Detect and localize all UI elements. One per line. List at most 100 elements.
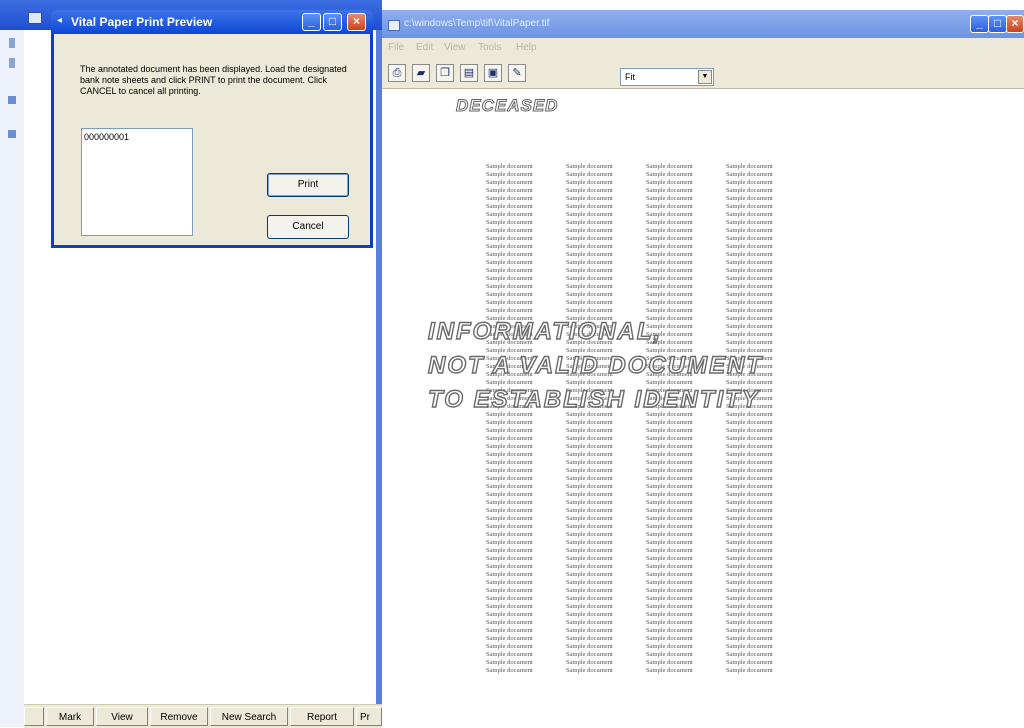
- sample-text: Sample document: [486, 595, 533, 602]
- watermark-line: NOT A VALID DOCUMENT: [427, 351, 764, 379]
- sample-text: Sample document: [566, 595, 613, 602]
- sample-text: Sample document: [486, 259, 533, 266]
- viewer-minimize-button[interactable]: _: [970, 15, 989, 33]
- copy-icon[interactable]: ❐: [436, 64, 454, 82]
- sample-text: Sample document: [726, 275, 773, 282]
- sample-text: Sample document: [566, 251, 613, 258]
- menu-tools[interactable]: Tools: [478, 42, 501, 53]
- sample-text: Sample document: [486, 651, 533, 658]
- list-item[interactable]: 000000001: [84, 132, 129, 142]
- chevron-down-icon[interactable]: ▼: [698, 70, 712, 84]
- sample-row: Sample document Sample document Sample doc…: [486, 571, 806, 579]
- sample-text: Sample document: [486, 443, 533, 450]
- sample-text: Sample document: [566, 475, 613, 482]
- menu-help[interactable]: Help: [516, 42, 537, 53]
- dialog-maximize-button[interactable]: □: [323, 13, 342, 31]
- sample-text: Sample document: [726, 267, 773, 274]
- sample-text: Sample document: [566, 491, 613, 498]
- viewer-close-button[interactable]: ×: [1006, 15, 1024, 33]
- sample-text: Sample document: [566, 611, 613, 618]
- report-button[interactable]: Report: [290, 707, 354, 726]
- sample-text: Sample document: [726, 307, 773, 314]
- sample-text: Sample document: [726, 603, 773, 610]
- sample-text: Sample document: [646, 507, 693, 514]
- sample-row: Sample document Sample document Sample doc…: [486, 179, 806, 187]
- dialog-close-button[interactable]: ×: [347, 13, 366, 31]
- sample-row: Sample document Sample document Sample doc…: [486, 219, 806, 227]
- sample-text: Sample document: [646, 635, 693, 642]
- annotate-icon[interactable]: ✎: [508, 64, 526, 82]
- sample-text: Sample document: [486, 475, 533, 482]
- menu-edit[interactable]: Edit: [416, 42, 433, 53]
- sample-text: Sample document: [726, 515, 773, 522]
- sample-text: Sample document: [566, 291, 613, 298]
- sample-row: Sample document Sample document Sample doc…: [486, 667, 806, 675]
- document-canvas[interactable]: DECEASED Sample document Sample document S…: [382, 89, 1024, 727]
- print-button[interactable]: Print: [267, 173, 349, 197]
- sample-text: Sample document: [486, 619, 533, 626]
- sample-row: Sample document Sample document Sample doc…: [486, 475, 806, 483]
- sample-text: Sample document: [726, 235, 773, 242]
- sample-text: Sample document: [486, 643, 533, 650]
- view-button[interactable]: View: [96, 707, 148, 726]
- sample-text: Sample document: [566, 451, 613, 458]
- sample-row: Sample document Sample document Sample doc…: [486, 195, 806, 203]
- sample-text: Sample document: [646, 603, 693, 610]
- mark-button[interactable]: Mark: [46, 707, 94, 726]
- sample-row: Sample document Sample document Sample doc…: [486, 555, 806, 563]
- sample-text: Sample document: [726, 659, 773, 666]
- sample-row: Sample document Sample document Sample doc…: [486, 299, 806, 307]
- viewer-menubar: File Edit View Tools Help: [382, 38, 1024, 58]
- strip-marker-icon[interactable]: [8, 130, 16, 138]
- sample-text: Sample document: [646, 203, 693, 210]
- sample-text: Sample document: [486, 563, 533, 570]
- sample-row: Sample document Sample document Sample doc…: [486, 283, 806, 291]
- sample-text: Sample document: [646, 475, 693, 482]
- left-toolbar-strip: [0, 30, 25, 727]
- sample-text: Sample document: [486, 243, 533, 250]
- sample-text: Sample document: [646, 211, 693, 218]
- menu-file[interactable]: File: [388, 42, 404, 53]
- page-icon[interactable]: ▤: [460, 64, 478, 82]
- dialog-titlebar[interactable]: ◂ Vital Paper Print Preview _ □ ×: [51, 10, 373, 34]
- sample-text: Sample document: [646, 283, 693, 290]
- sample-text: Sample document: [486, 635, 533, 642]
- first-button[interactable]: [24, 707, 44, 726]
- zoom-select[interactable]: Fit ▼: [620, 68, 714, 86]
- sample-row: Sample document Sample document Sample doc…: [486, 243, 806, 251]
- sample-text: Sample document: [486, 427, 533, 434]
- sample-text: Sample document: [726, 459, 773, 466]
- sample-text: Sample document: [486, 523, 533, 530]
- dialog-minimize-button[interactable]: _: [302, 13, 321, 31]
- sample-text: Sample document: [726, 635, 773, 642]
- print-button-partial[interactable]: Pr: [356, 707, 382, 726]
- sample-text: Sample document: [486, 627, 533, 634]
- dialog-app-icon: ◂: [57, 15, 63, 26]
- viewer-maximize-button[interactable]: □: [988, 15, 1007, 33]
- sample-row: Sample document Sample document Sample doc…: [486, 467, 806, 475]
- new-search-button[interactable]: New Search: [210, 707, 288, 726]
- sample-text: Sample document: [646, 163, 693, 170]
- menu-view[interactable]: View: [444, 42, 466, 53]
- cancel-button[interactable]: Cancel: [267, 215, 349, 239]
- dialog-title: Vital Paper Print Preview: [71, 15, 213, 29]
- sample-text: Sample document: [726, 531, 773, 538]
- sample-text: Sample document: [726, 523, 773, 530]
- viewer-titlebar[interactable]: c:\windows\Temp\tif\VitalPaper.tif _ □ ×: [382, 10, 1024, 38]
- strip-marker-icon[interactable]: [8, 96, 16, 104]
- sample-text: Sample document: [726, 475, 773, 482]
- sample-text: Sample document: [486, 307, 533, 314]
- sample-text: Sample document: [566, 651, 613, 658]
- sample-text: Sample document: [566, 203, 613, 210]
- document-list[interactable]: 000000001: [81, 128, 193, 236]
- sample-text: Sample document: [646, 171, 693, 178]
- printer-icon[interactable]: ⎙: [388, 64, 406, 82]
- save-icon[interactable]: ▰: [412, 64, 430, 82]
- sample-text: Sample document: [486, 179, 533, 186]
- sample-text: Sample document: [646, 659, 693, 666]
- remove-button[interactable]: Remove: [150, 707, 208, 726]
- sample-row: Sample document Sample document Sample doc…: [486, 627, 806, 635]
- sample-text: Sample document: [486, 491, 533, 498]
- sample-text: Sample document: [726, 299, 773, 306]
- export-icon[interactable]: ▣: [484, 64, 502, 82]
